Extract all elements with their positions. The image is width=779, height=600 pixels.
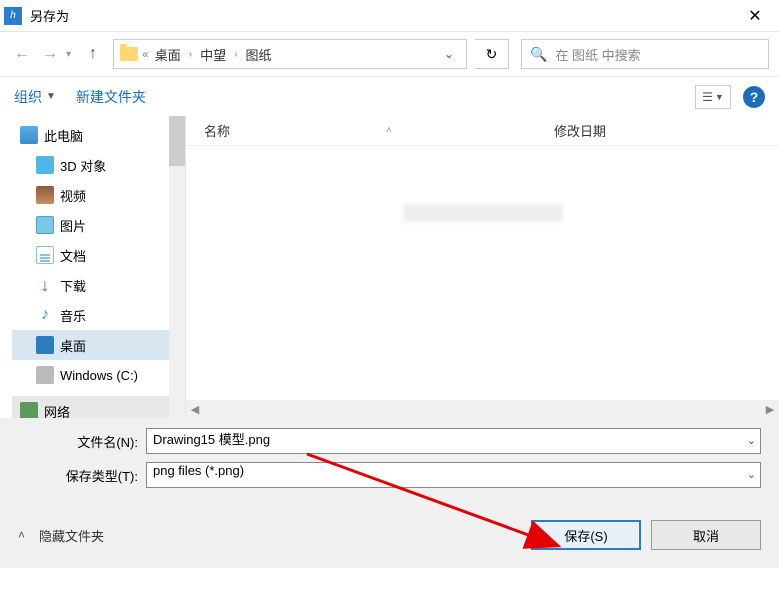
tree-3d-objects[interactable]: 3D 对象 — [12, 150, 170, 180]
breadcrumb-part[interactable]: 图纸 — [245, 45, 271, 64]
scroll-right-icon[interactable]: ▶ — [761, 403, 779, 416]
3d-icon — [36, 156, 54, 174]
horizontal-scrollbar[interactable]: ◀ ▶ — [186, 400, 779, 418]
column-date[interactable]: 修改日期 — [554, 121, 606, 140]
documents-icon — [36, 246, 54, 264]
filetype-label: 保存类型(T): — [18, 466, 138, 485]
titlebar: h 另存为 ✕ — [0, 0, 779, 32]
app-icon: h — [4, 7, 22, 25]
content-area: 此电脑 3D 对象 视频 图片 文档 ↓下载 ♪音乐 桌面 Windows (C… — [0, 116, 779, 418]
filename-input[interactable]: Drawing15 模型.png⌄ — [146, 428, 761, 454]
new-folder-button[interactable]: 新建文件夹 — [76, 87, 146, 107]
chevron-right-icon: › — [234, 49, 237, 60]
address-bar[interactable]: « 桌面 › 中望 › 图纸 ⌄ — [113, 39, 467, 69]
forward-button[interactable]: → — [38, 42, 62, 66]
tree-cdrive[interactable]: Windows (C:) — [12, 360, 170, 390]
address-dropdown[interactable]: ⌄ — [438, 47, 460, 61]
organize-menu[interactable]: 组织▼ — [14, 87, 56, 107]
view-options-button[interactable]: ☰ ▼ — [695, 85, 731, 109]
search-icon: 🔍 — [530, 46, 547, 63]
close-button[interactable]: ✕ — [735, 0, 775, 32]
window-title: 另存为 — [30, 6, 735, 25]
tree-videos[interactable]: 视频 — [12, 180, 170, 210]
tree-network[interactable]: 网络 — [12, 396, 170, 418]
tree-documents[interactable]: 文档 — [12, 240, 170, 270]
expand-icon[interactable]: ˄ — [18, 528, 25, 542]
desktop-icon — [36, 336, 54, 354]
back-button[interactable]: ← — [10, 42, 34, 66]
tree-this-pc[interactable]: 此电脑 — [12, 120, 170, 150]
pc-icon — [20, 126, 38, 144]
up-button[interactable]: ↑ — [81, 42, 105, 66]
sidebar: 此电脑 3D 对象 视频 图片 文档 ↓下载 ♪音乐 桌面 Windows (C… — [0, 116, 186, 418]
toolbar: 组织▼ 新建文件夹 ☰ ▼ ? — [0, 76, 779, 116]
sidebar-scrollbar[interactable] — [169, 116, 185, 418]
breadcrumb-part[interactable]: 中望 — [200, 45, 226, 64]
tree-desktop[interactable]: 桌面 — [12, 330, 170, 360]
navbar: ← → ▾ ↑ « 桌面 › 中望 › 图纸 ⌄ ↻ 🔍 在 图纸 中搜索 — [0, 32, 779, 76]
filename-label: 文件名(N): — [18, 432, 138, 451]
network-icon — [20, 402, 38, 418]
tree-downloads[interactable]: ↓下载 — [12, 270, 170, 300]
file-header: 名称˄ 修改日期 — [186, 116, 779, 146]
file-list-area: 名称˄ 修改日期 ◀ ▶ — [186, 116, 779, 418]
downloads-icon: ↓ — [36, 276, 54, 294]
disk-icon — [36, 366, 54, 384]
help-button[interactable]: ? — [743, 86, 765, 108]
music-icon: ♪ — [36, 306, 54, 324]
field-panel: 文件名(N): Drawing15 模型.png⌄ 保存类型(T): png f… — [0, 418, 779, 502]
breadcrumb-part[interactable]: 桌面 — [155, 45, 181, 64]
filetype-select[interactable]: png files (*.png)⌄ — [146, 462, 761, 488]
video-icon — [36, 186, 54, 204]
tree-pictures[interactable]: 图片 — [12, 210, 170, 240]
dropdown-icon[interactable]: ⌄ — [747, 468, 756, 481]
save-button[interactable]: 保存(S) — [531, 520, 641, 550]
pictures-icon — [36, 216, 54, 234]
scroll-left-icon[interactable]: ◀ — [186, 403, 204, 416]
search-placeholder: 在 图纸 中搜索 — [555, 45, 640, 64]
file-list[interactable] — [186, 146, 779, 400]
folder-icon — [120, 47, 138, 61]
breadcrumb-overflow[interactable]: « — [142, 47, 149, 61]
chevron-right-icon: › — [189, 49, 192, 60]
footer: ˄ 隐藏文件夹 保存(S) 取消 — [0, 502, 779, 568]
hide-folders-toggle[interactable]: 隐藏文件夹 — [39, 526, 521, 545]
search-input[interactable]: 🔍 在 图纸 中搜索 — [521, 39, 769, 69]
blurred-item — [403, 204, 563, 222]
history-dropdown[interactable]: ▾ — [66, 49, 71, 60]
dropdown-icon[interactable]: ⌄ — [747, 434, 756, 447]
cancel-button[interactable]: 取消 — [651, 520, 761, 550]
tree-music[interactable]: ♪音乐 — [12, 300, 170, 330]
refresh-button[interactable]: ↻ — [475, 39, 509, 69]
column-name[interactable]: 名称˄ — [204, 121, 554, 140]
